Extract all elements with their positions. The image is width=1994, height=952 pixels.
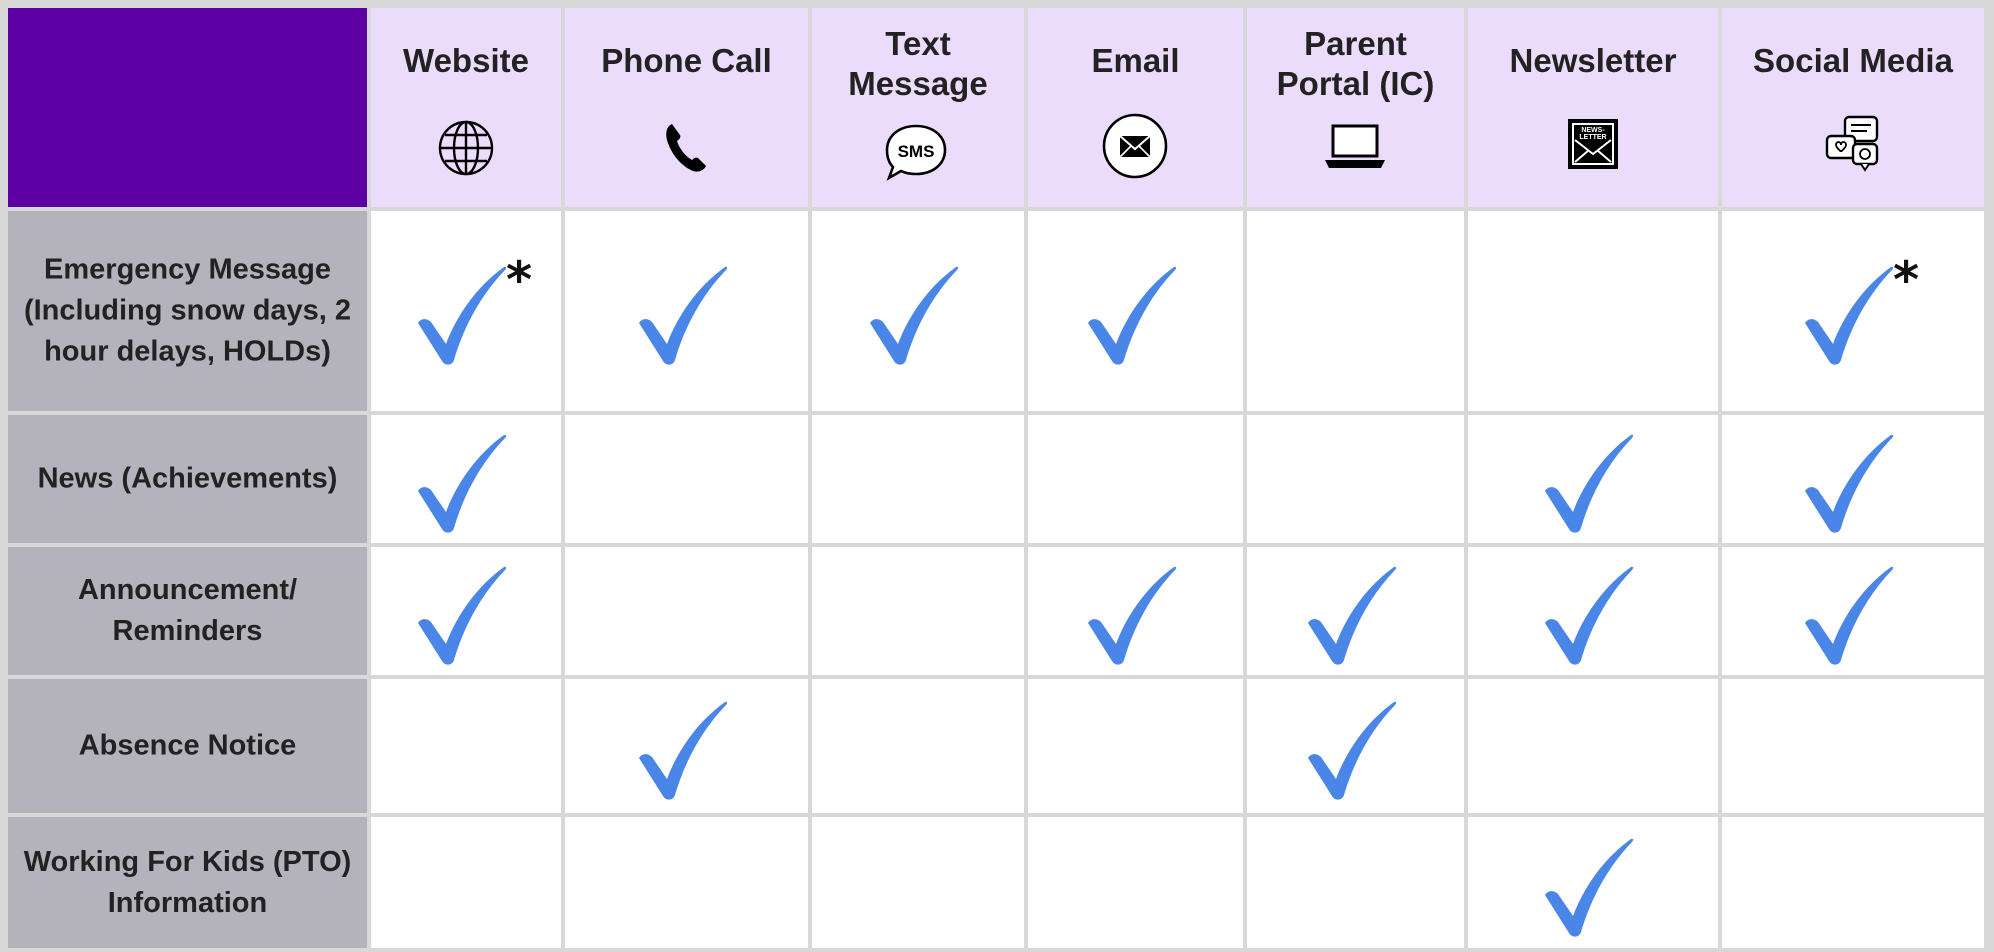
- checkmark-icon: [1545, 566, 1634, 665]
- row-header-label: Announcement/ Reminders: [77, 574, 298, 647]
- column-header: Newsletter NEWS- LETTER: [1468, 8, 1718, 207]
- phone-icon: [665, 124, 706, 172]
- table-cell: [1722, 415, 1984, 543]
- row-header: Absence Notice: [8, 679, 367, 813]
- row-header-label: News (Achievements): [37, 462, 338, 495]
- column-header: Parent Portal (IC): [1247, 8, 1464, 207]
- newsletter-icon: NEWS-LETTER: [1568, 119, 1618, 169]
- table-cell: [812, 415, 1024, 543]
- table-cell: [812, 817, 1024, 948]
- table-cell: [812, 211, 1024, 411]
- table-cell: [1247, 211, 1464, 411]
- table-cell: [1722, 679, 1984, 813]
- asterisk-footnote-mark: *: [1893, 251, 1920, 309]
- checkmark-icon: [639, 701, 728, 800]
- table-cell: [1722, 817, 1984, 948]
- globe-icon: [438, 120, 494, 176]
- checkmark-icon: [1805, 566, 1894, 665]
- checkmark-icon: [418, 434, 507, 533]
- table-cell: [1468, 415, 1718, 543]
- row-header-label: Absence Notice: [78, 729, 297, 762]
- table-cell: [565, 817, 808, 948]
- table-cell: [565, 679, 808, 813]
- table-cell: [1028, 817, 1243, 948]
- table-cell: [1722, 547, 1984, 675]
- social-media-icon: [1825, 115, 1879, 172]
- table-cell: [812, 547, 1024, 675]
- checkmark-icon: [418, 566, 507, 665]
- checkmark-icon: [870, 266, 959, 365]
- table-cell: [1247, 679, 1464, 813]
- column-header: Social Media: [1722, 8, 1984, 207]
- checkmark-icon: [1308, 701, 1397, 800]
- column-header-label: Website: [403, 42, 529, 79]
- table-cell: [371, 679, 561, 813]
- laptop-icon: [1324, 124, 1385, 168]
- column-header-label: Email: [1091, 42, 1180, 79]
- checkmark-icon: [1545, 838, 1634, 937]
- table-cell: [1468, 679, 1718, 813]
- table-cell: [812, 679, 1024, 813]
- column-header: Text Message SMS: [812, 8, 1024, 207]
- table-cell: [371, 415, 561, 543]
- row-header: Working For Kids (PTO) Information: [8, 817, 367, 948]
- table-cell: [1247, 547, 1464, 675]
- table-cell: [1028, 679, 1243, 813]
- table-cell: [565, 547, 808, 675]
- checkmark-icon: [1805, 434, 1894, 533]
- checkmark-icon: [418, 266, 507, 365]
- row-header: Emergency Message (Including snow days, …: [8, 211, 367, 411]
- column-header: Website: [371, 8, 561, 207]
- column-header-label: Parent Portal (IC): [1276, 25, 1435, 102]
- asterisk-footnote-mark: *: [506, 251, 533, 309]
- sms-bubble-icon: SMS: [885, 124, 947, 181]
- row-header: Announcement/ Reminders: [8, 547, 367, 675]
- corner-cell: [8, 8, 367, 207]
- table-cell: *: [1722, 211, 1984, 411]
- table-cell: [1028, 547, 1243, 675]
- checkmark-icon: [1805, 266, 1894, 365]
- table-cell: [371, 817, 561, 948]
- column-header-label: Social Media: [1753, 42, 1953, 79]
- table-cell: [1468, 211, 1718, 411]
- row-header-label: Working For Kids (PTO) Information: [23, 845, 352, 919]
- row-header: News (Achievements): [8, 415, 367, 543]
- svg-text:LETTER: LETTER: [1579, 134, 1606, 141]
- svg-text:NEWS-: NEWS-: [1581, 127, 1605, 134]
- table-cell: [1247, 817, 1464, 948]
- column-header-label: Newsletter: [1509, 42, 1677, 79]
- column-header: Phone Call: [565, 8, 808, 207]
- checkmark-icon: [1308, 566, 1397, 665]
- table-cell: [371, 547, 561, 675]
- column-header-label: Phone Call: [601, 42, 772, 79]
- checkmark-icon: [1088, 266, 1177, 365]
- column-header: Email: [1028, 8, 1243, 207]
- table-cell: [1468, 547, 1718, 675]
- table-cell: [565, 211, 808, 411]
- table-cell: [1247, 415, 1464, 543]
- table-cell: [565, 415, 808, 543]
- envelope-icon: [1102, 113, 1167, 179]
- checkmark-icon: [1088, 566, 1177, 665]
- table-cell: [1028, 415, 1243, 543]
- svg-text:SMS: SMS: [898, 142, 935, 161]
- checkmark-icon: [639, 266, 728, 365]
- checkmark-icon: [1545, 434, 1634, 533]
- column-header-label: Text Message: [848, 25, 988, 102]
- row-header-label: Emergency Message (Including snow days, …: [23, 253, 352, 368]
- table-cell: [1468, 817, 1718, 948]
- table-cell: [1028, 211, 1243, 411]
- communication-matrix-table: Website Phone Call Text Message SMS Email Par…: [0, 0, 1994, 952]
- table-cell: *: [371, 211, 561, 411]
